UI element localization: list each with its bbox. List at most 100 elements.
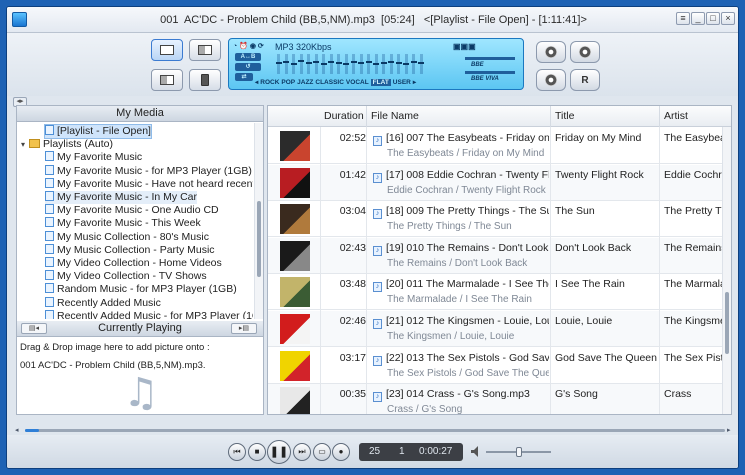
tree-item[interactable]: My Favorite Music - One Audio CD [45,204,219,217]
table-row[interactable]: 02:43 ♪ [19] 010 The Remains - Don't Look … [268,237,723,274]
ab-repeat-tag[interactable]: A↔B [235,53,261,61]
eq-band-knob[interactable] [365,61,372,64]
previous-button[interactable]: ⏮ [228,443,246,461]
eq-band-knob[interactable] [403,63,409,65]
eq-band-6[interactable] [314,54,318,74]
eq-preset-flat[interactable]: FLAT [370,79,391,86]
tree-item[interactable]: [Playlist - File Open] [44,124,152,139]
mini-view-button[interactable] [151,69,183,91]
repeat-tag[interactable]: ↺ [235,63,261,71]
eq-band-8[interactable] [329,54,333,74]
table-row[interactable]: 01:42 ♪ [17] 008 Eddie Cochran - Twenty Fl… [268,164,723,201]
radio-button[interactable] [536,69,566,91]
eq-preset-rock[interactable]: ROCK [260,79,279,86]
minimize-button[interactable]: _ [691,12,705,25]
volume-icon[interactable] [471,446,481,457]
music-note-icon[interactable]: ♫ [123,370,159,416]
volume-slider-knob[interactable] [515,447,522,457]
column-artist[interactable]: Artist [659,106,731,127]
tree-item[interactable]: My Music Collection - 80's Music [45,230,209,244]
tree-item[interactable]: My Favorite Music - for MP3 Player (1GB) [45,164,252,178]
burn-button[interactable] [570,41,600,63]
eq-band-knob[interactable] [313,61,319,64]
eq-band-knob[interactable] [373,63,379,65]
expand-arrow-icon[interactable]: ▾ [21,138,29,151]
eq-band-2[interactable] [284,54,288,74]
table-row[interactable]: 00:35 ♪ [23] 014 Crass - G's Song.mp3 Crass… [268,384,723,414]
seek-right-arrow[interactable]: ▸ [727,426,731,434]
eq-preset-pop[interactable]: POP [281,79,295,86]
tree-folder[interactable]: ▾ Playlists (Auto) [21,138,113,151]
tree-item[interactable]: My Favorite Music - In My Car [45,191,198,204]
eq-band-11[interactable] [352,54,355,74]
eq-preset-vocal[interactable]: VOCAL [346,79,369,86]
column-duration[interactable]: Duration [320,106,366,127]
track-list-scroll-thumb[interactable] [725,292,729,354]
eq-band-4[interactable] [299,54,303,74]
track-list-scrollbar[interactable] [722,127,731,414]
eq-band-knob[interactable] [395,62,402,65]
eq-band-13[interactable] [367,54,370,74]
eq-preset-classic[interactable]: CLASSIC [315,79,344,86]
tree-scroll-thumb[interactable] [257,201,261,277]
eq-band-knob[interactable] [328,61,334,64]
r-button[interactable]: R [570,69,600,91]
eq-bands[interactable] [275,54,427,74]
table-row[interactable]: 02:46 ♪ [21] 012 The Kingsmen - Louie, Lou… [268,311,723,347]
eq-band-knob[interactable] [298,60,304,63]
bbe-slider[interactable] [465,57,515,60]
eq-band-knob[interactable] [275,62,282,65]
preset-prev-arrow[interactable]: ◂ [255,79,258,86]
table-row[interactable]: 02:52 ♪ [16] 007 The Easybeats - Friday on… [268,128,723,164]
preset-next-arrow[interactable]: ▸ [413,79,416,86]
eq-band-knob[interactable] [320,63,327,65]
tree-item[interactable]: My Favorite Music [45,151,142,164]
eq-band-16[interactable] [389,54,393,74]
tree-item[interactable]: My Video Collection - Home Videos [45,257,222,270]
seek-left-arrow[interactable]: ◂ [15,426,19,434]
pane-toggle-right[interactable]: ▸▤ [231,323,257,334]
eq-band-knob[interactable] [290,63,297,65]
media-view-button[interactable] [151,39,183,61]
record-button[interactable] [536,41,566,63]
eq-band-knob[interactable] [388,61,394,64]
seek-track[interactable] [25,429,725,432]
open-button[interactable]: ▭ [313,443,331,461]
close-button[interactable]: × [721,12,735,25]
eq-band-knob[interactable] [418,62,424,65]
tree-item[interactable]: My Video Collection - TV Shows [45,270,207,283]
tree-item[interactable]: My Favorite Music - This Week [45,217,201,230]
next-button[interactable]: ⏭ [293,443,311,461]
eq-band-knob[interactable] [343,63,349,65]
stop-button[interactable]: ■ [248,443,266,461]
eq-band-knob[interactable] [350,61,357,64]
tree-item[interactable]: My Music Collection - Party Music [45,243,215,257]
eq-preset-user[interactable]: USER [393,79,411,86]
eq-band-knob[interactable] [283,61,289,64]
record-small-button[interactable]: ● [332,443,350,461]
tree-item[interactable]: My Favorite Music - Have not heard recen… [45,177,253,191]
tree-item[interactable]: Random Music - for MP3 Player (1GB) [45,283,237,296]
eq-band-knob[interactable] [380,62,387,65]
tree-scrollbar[interactable] [254,123,263,319]
table-row[interactable]: 03:04 ♪ [18] 009 The Pretty Things - The S… [268,201,723,238]
column-file-name[interactable]: File Name [366,106,550,127]
tree-item[interactable]: Recently Added Music - for MP3 Player (1… [45,309,253,319]
maximize-button[interactable]: □ [706,12,720,25]
tree-item[interactable]: Recently Added Music [45,296,161,310]
table-row[interactable]: 03:48 ♪ [20] 011 The Marmalade - I See The… [268,274,723,311]
eq-window-icons[interactable]: ▣▣▣ [453,42,476,51]
eq-band-knob[interactable] [305,62,312,65]
menu-button[interactable]: ≡ [676,12,690,25]
eq-band-knob[interactable] [410,61,417,64]
eq-band-knob[interactable] [358,62,364,65]
shuffle-tag[interactable]: ⇄ [235,73,253,81]
eq-band-19[interactable] [412,54,415,74]
copy-view-button[interactable] [189,39,221,61]
bbe-viva-slider[interactable] [465,71,515,74]
table-row[interactable]: 03:17 ♪ [22] 013 The Sex Pistols - God Sav… [268,348,723,384]
eq-preset-jazz[interactable]: JAZZ [297,79,313,86]
column-title[interactable]: Title [550,106,659,127]
seek-bar[interactable]: ◂ ▸ [13,426,734,434]
pause-button[interactable]: ❚❚ [267,440,291,464]
